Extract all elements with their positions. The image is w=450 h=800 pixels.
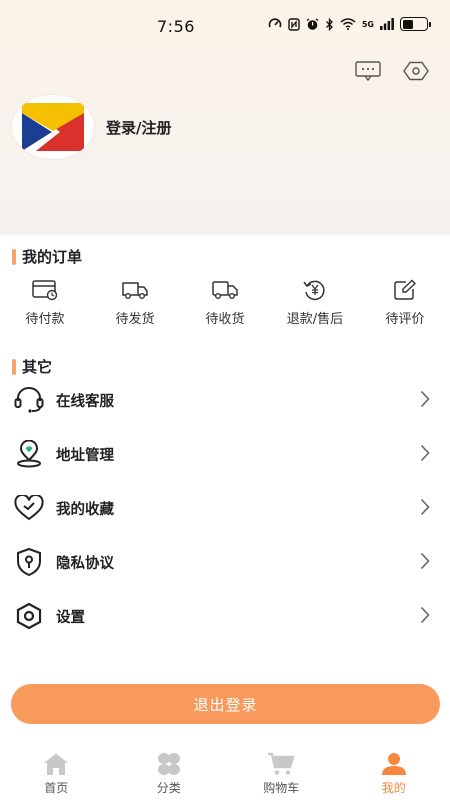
login-register-link[interactable]: 登录/注册 (106, 117, 171, 138)
menu-item-online-service[interactable]: 在线客服 (0, 373, 450, 427)
chevron-right-icon (420, 552, 430, 570)
shield-lock-icon (17, 547, 41, 577)
menu-item-address[interactable]: 地址管理 (0, 427, 450, 481)
battery-icon (400, 17, 431, 31)
orders-section-title: 我的订单 (12, 246, 82, 267)
bottom-tab-bar: 首页 分类 购物车 我的 (0, 745, 450, 800)
orders-row: 待付款 待发货 待收货 退款/售后 待评价 (0, 278, 450, 327)
status-time: 7:56 (157, 17, 195, 36)
tab-mine[interactable]: 我的 (349, 745, 439, 800)
status-bar: 7:56 5G (0, 0, 450, 52)
tab-category[interactable]: 分类 (124, 745, 214, 800)
hexagon-settings-icon (403, 61, 429, 81)
hexagon-settings-icon (16, 602, 42, 630)
location-pin-icon (17, 440, 41, 468)
signal-bars-icon (380, 18, 394, 30)
chevron-right-icon (420, 606, 430, 624)
delivery-truck-icon (212, 281, 238, 299)
home-icon (44, 753, 69, 775)
truck-icon (122, 282, 148, 299)
menu-item-favorites[interactable]: 我的收藏 (0, 481, 450, 535)
message-icon (355, 61, 381, 81)
chevron-right-icon (420, 444, 430, 462)
status-icons: 5G (268, 17, 431, 31)
network-type-label: 5G (361, 19, 374, 29)
bluetooth-icon (325, 17, 333, 31)
order-pending-shipment[interactable]: 待发货 (90, 278, 180, 327)
section-bar (12, 248, 16, 265)
order-refund-aftersale[interactable]: 退款/售后 (270, 278, 360, 327)
refund-yen-icon (303, 280, 325, 301)
edit-note-icon (394, 279, 417, 300)
category-icon (157, 753, 180, 775)
heart-icon (14, 495, 44, 521)
menu-item-settings[interactable]: 设置 (0, 589, 450, 643)
top-actions (354, 60, 430, 82)
tab-cart[interactable]: 购物车 (236, 745, 326, 800)
cart-icon (268, 752, 295, 775)
tab-home[interactable]: 首页 (11, 745, 101, 800)
speed-gauge-icon (268, 18, 282, 28)
chevron-right-icon (420, 498, 430, 516)
headset-icon (14, 387, 44, 413)
order-pending-review[interactable]: 待评价 (360, 278, 450, 327)
menu-item-privacy[interactable]: 隐私协议 (0, 535, 450, 589)
settings-button[interactable] (402, 60, 430, 82)
message-button[interactable] (354, 60, 382, 82)
order-pending-payment[interactable]: 待付款 (0, 278, 90, 327)
alarm-icon (306, 17, 319, 30)
wallet-icon (32, 280, 58, 301)
avatar[interactable] (12, 95, 94, 159)
profile-area[interactable]: 登录/注册 (12, 95, 171, 159)
other-menu: 在线客服 地址管理 我的收藏 隐私协议 设置 (0, 373, 450, 643)
nfc-icon (288, 17, 300, 31)
wifi-icon (340, 18, 356, 30)
chevron-right-icon (420, 390, 430, 408)
user-icon (381, 753, 406, 775)
logout-button[interactable]: 退出登录 (11, 684, 440, 724)
order-pending-receipt[interactable]: 待收货 (180, 278, 270, 327)
app-logo-icon (22, 103, 84, 151)
